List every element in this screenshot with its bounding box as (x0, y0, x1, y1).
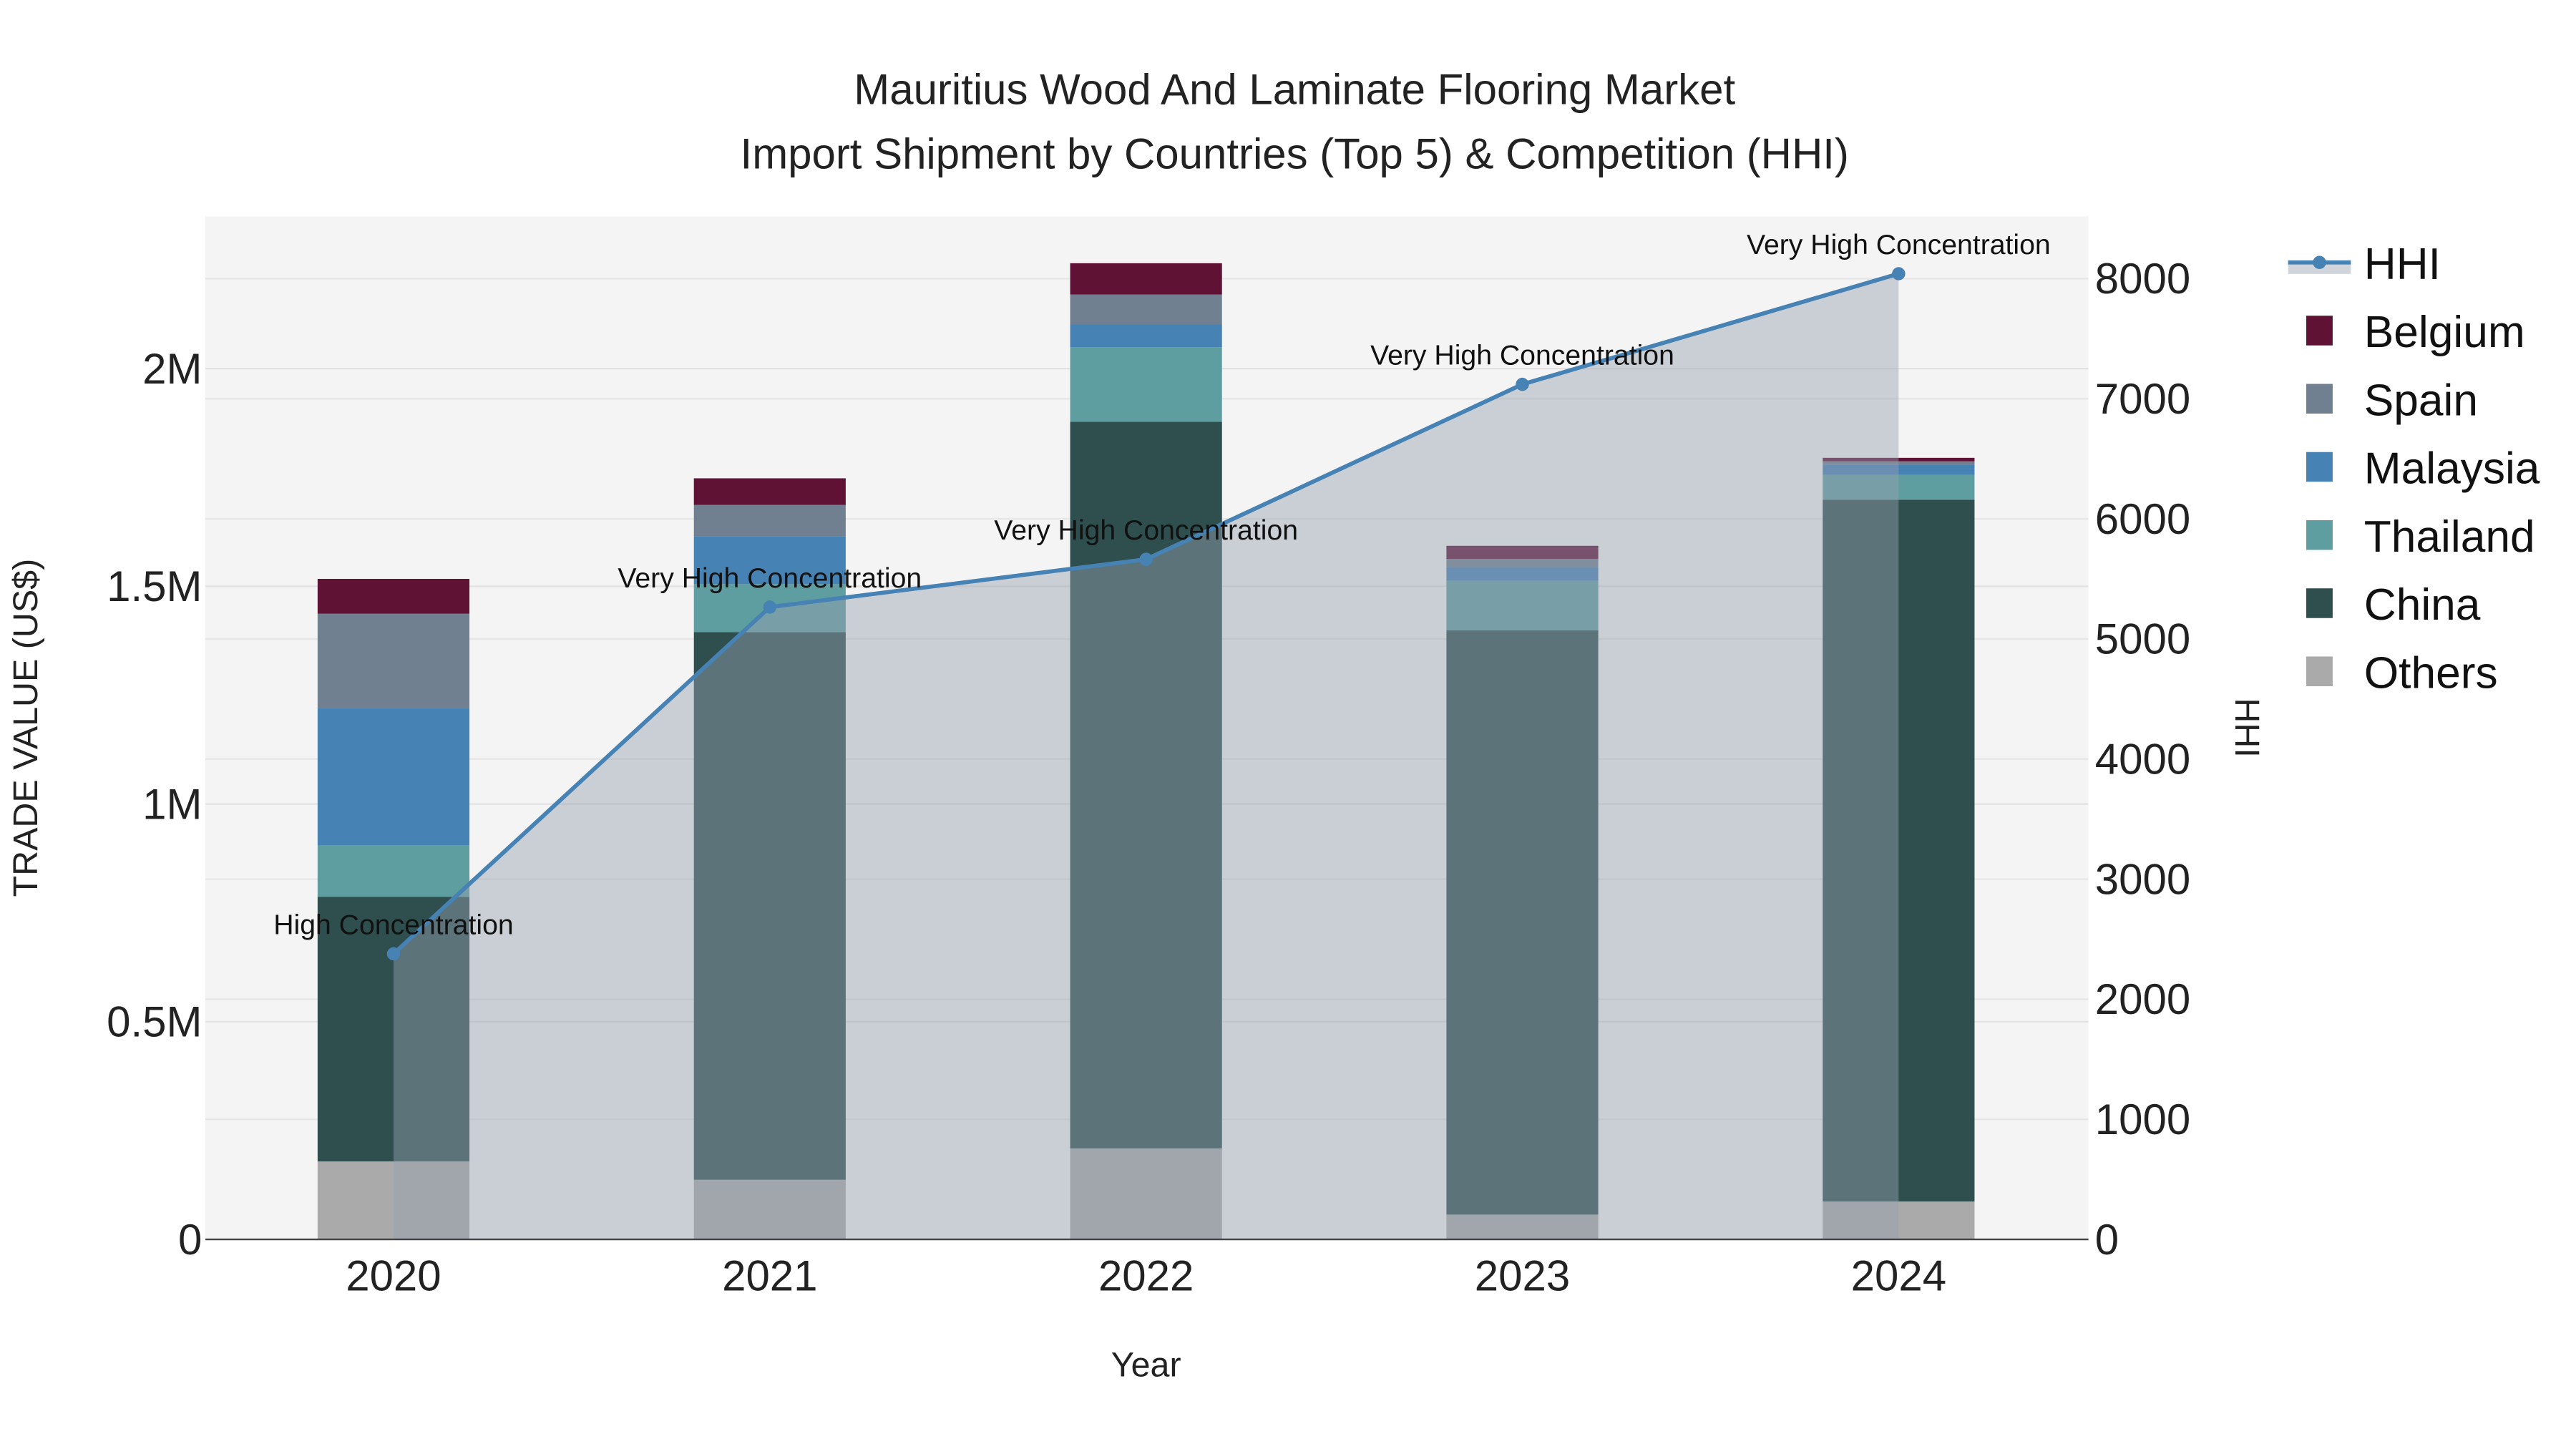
chart-title-line1: Mauritius Wood And Laminate Flooring Mar… (854, 65, 1735, 113)
bar-spain-2021 (693, 504, 846, 537)
legend-item-thailand[interactable]: Thailand (2306, 512, 2535, 562)
legend-item-others[interactable]: Others (2306, 648, 2498, 698)
hhi-point-2020 (386, 947, 401, 961)
y2-tick-label: 4000 (2095, 736, 2190, 784)
chart: High Concentration Very High Concentratio… (6, 65, 2540, 1385)
legend-item-hhi[interactable]: HHI (2288, 240, 2441, 289)
y-tick-label: 1M (142, 780, 202, 828)
x-tick-label: 2023 (1475, 1252, 1570, 1300)
legend-label: Spain (2364, 376, 2478, 425)
y2-tick-label: 1000 (2095, 1096, 2190, 1143)
hhi-point-2024 (1892, 267, 1906, 280)
y2-tick-label: 6000 (2095, 495, 2190, 543)
legend-item-belgium[interactable]: Belgium (2306, 308, 2525, 357)
y2-tick-label: 8000 (2095, 255, 2190, 303)
hhi-annotation: Very High Concentration (1370, 340, 1674, 371)
x-axis-label: Year (1111, 1346, 1181, 1385)
hhi-point-2022 (1139, 552, 1153, 566)
hhi-annotation: Very High Concentration (618, 563, 922, 594)
legend-label: HHI (2364, 240, 2441, 289)
y-tick-label: 1.5M (107, 562, 202, 610)
hhi-annotation: High Concentration (273, 909, 513, 940)
bar-belgium-2021 (693, 478, 846, 505)
legend-item-malaysia[interactable]: Malaysia (2306, 444, 2540, 494)
x-tick-label: 2021 (722, 1252, 817, 1300)
legend-label: Belgium (2364, 308, 2525, 357)
legend-label: Thailand (2364, 512, 2535, 562)
bar-thailand-2022 (1070, 347, 1222, 422)
bar-spain-2022 (1070, 294, 1222, 325)
y2-axis-label: HHI (2228, 698, 2266, 757)
legend-swatch (2306, 519, 2333, 550)
hhi-point-2021 (763, 600, 777, 614)
y2-tick-label: 3000 (2095, 855, 2190, 903)
legend-swatch (2306, 452, 2333, 482)
y-axis-label: TRADE VALUE (US$) (6, 559, 45, 897)
y-tick-label: 0 (178, 1216, 202, 1264)
bar-malaysia-2022 (1070, 324, 1222, 348)
legend-label: Malaysia (2364, 444, 2540, 494)
hhi-point-2023 (1516, 377, 1529, 391)
x-tick-label: 2020 (346, 1252, 441, 1300)
y2-tick-label: 0 (2095, 1216, 2119, 1264)
hhi-annotation: Very High Concentration (1747, 230, 2051, 260)
hhi-annotation: Very High Concentration (994, 515, 1298, 546)
y2-tick-label: 7000 (2095, 375, 2190, 423)
legend-swatch (2306, 384, 2333, 414)
x-tick-label: 2022 (1098, 1252, 1194, 1300)
bar-belgium-2022 (1070, 263, 1222, 295)
chart-title-line2: Import Shipment by Countries (Top 5) & C… (741, 130, 1849, 177)
legend-swatch (2306, 656, 2333, 686)
legend-label: Others (2364, 648, 2498, 698)
y-tick-label: 2M (142, 345, 202, 393)
bar-spain-2020 (317, 613, 470, 708)
legend-item-spain[interactable]: Spain (2306, 376, 2478, 425)
y-tick-label: 0.5M (107, 998, 202, 1046)
bar-thailand-2020 (317, 845, 470, 897)
legend-swatch (2306, 588, 2333, 618)
legend-swatch (2306, 316, 2333, 346)
y2-tick-label: 5000 (2095, 615, 2190, 663)
legend-item-china[interactable]: China (2306, 580, 2481, 630)
bar-malaysia-2020 (317, 708, 470, 846)
x-tick-label: 2024 (1851, 1252, 1946, 1300)
y2-tick-label: 2000 (2095, 975, 2190, 1023)
legend-label: China (2364, 580, 2481, 630)
bar-belgium-2020 (317, 579, 470, 614)
legend-marker (2313, 255, 2326, 269)
